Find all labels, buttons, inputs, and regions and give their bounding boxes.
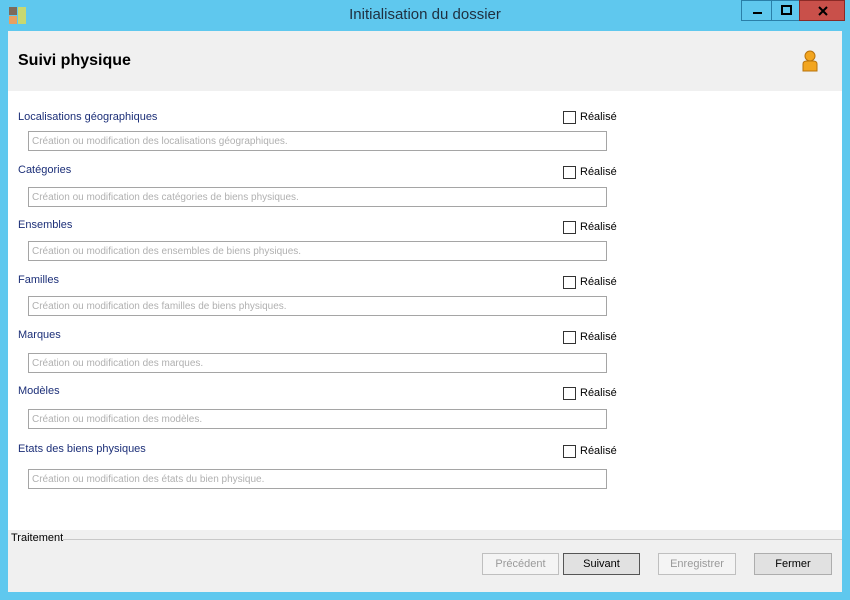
field-etats[interactable] [28, 469, 607, 489]
field-marques[interactable] [28, 353, 607, 373]
checkbox-label: Réalisé [580, 276, 617, 288]
previous-button[interactable]: Précédent [482, 553, 559, 575]
form-content: Localisations géographiques Réalisé Caté… [8, 91, 842, 530]
close-dialog-button[interactable]: Fermer [754, 553, 832, 575]
section-label-localisations: Localisations géographiques [18, 111, 158, 123]
field-categories[interactable] [28, 187, 607, 207]
checkbox-ensembles[interactable] [563, 221, 576, 234]
section-label-etats: Etats des biens physiques [18, 443, 146, 455]
page-header: Suivi physique [8, 31, 842, 91]
checkbox-familles[interactable] [563, 276, 576, 289]
minimize-button[interactable] [741, 0, 772, 21]
maximize-button[interactable] [771, 0, 800, 21]
section-label-marques: Marques [18, 329, 61, 341]
field-modeles[interactable] [28, 409, 607, 429]
footer: Traitement Précédent Suivant Enregistrer… [8, 530, 842, 592]
group-divider [63, 539, 842, 540]
checkbox-marques[interactable] [563, 331, 576, 344]
section-label-familles: Familles [18, 274, 59, 286]
checkbox-localisations[interactable] [563, 111, 576, 124]
group-label-traitement: Traitement [11, 532, 64, 544]
checkbox-label: Réalisé [580, 445, 617, 457]
title-bar: Initialisation du dossier [0, 0, 850, 31]
save-button[interactable]: Enregistrer [658, 553, 736, 575]
close-button[interactable] [799, 0, 845, 21]
checkbox-label: Réalisé [580, 166, 617, 178]
window-title: Initialisation du dossier [349, 6, 501, 23]
dialog-body: Suivi physique Localisations géographiqu… [8, 31, 842, 592]
next-button[interactable]: Suivant [563, 553, 640, 575]
checkbox-label: Réalisé [580, 221, 617, 233]
checkbox-categories[interactable] [563, 166, 576, 179]
checkbox-label: Réalisé [580, 111, 617, 123]
section-label-categories: Catégories [18, 164, 72, 176]
checkbox-modeles[interactable] [563, 387, 576, 400]
field-ensembles[interactable] [28, 241, 607, 261]
checkbox-label: Réalisé [580, 387, 617, 399]
window: Initialisation du dossier Suivi physique… [0, 0, 850, 600]
checkbox-label: Réalisé [580, 331, 617, 343]
user-icon[interactable] [800, 50, 820, 77]
section-label-ensembles: Ensembles [18, 219, 73, 231]
section-label-modeles: Modèles [18, 385, 60, 397]
page-title: Suivi physique [18, 52, 131, 69]
field-familles[interactable] [28, 296, 607, 316]
field-localisations[interactable] [28, 131, 607, 151]
checkbox-etats[interactable] [563, 445, 576, 458]
